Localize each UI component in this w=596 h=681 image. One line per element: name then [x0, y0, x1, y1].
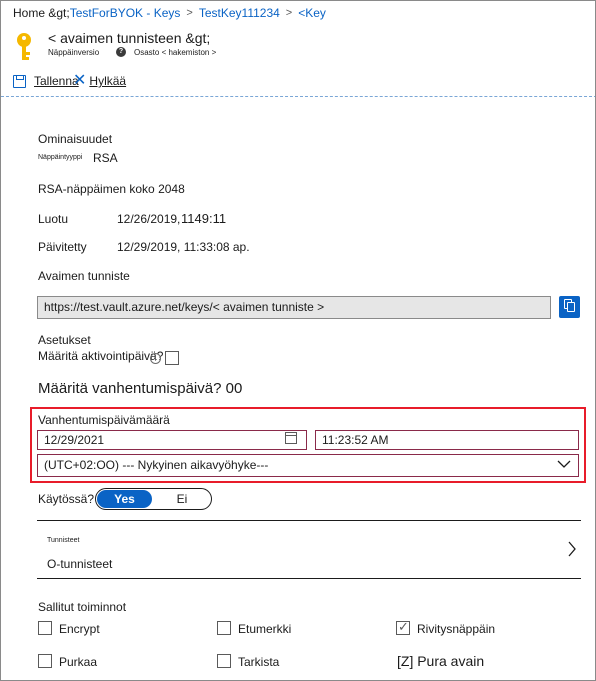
verify-checkbox[interactable] [217, 654, 231, 668]
decrypt-checkbox[interactable] [38, 654, 52, 668]
breadcrumb-separator: > [186, 7, 193, 19]
verify-label: Tarkista [238, 655, 280, 669]
timezone-select[interactable]: (UTC+02:OO) --- Nykyinen aikavyöhyke--- [37, 454, 579, 477]
operations-heading: Sallitut toiminnot [38, 600, 127, 614]
discard-button[interactable]: ✕ Hylkää [73, 73, 126, 89]
enabled-yes-option[interactable]: Yes [97, 490, 152, 508]
save-icon [13, 74, 26, 88]
encrypt-label: Encrypt [59, 622, 100, 636]
directory-label: Osasto < hakemiston > [134, 48, 217, 57]
expiry-time-input[interactable]: 11:23:52 AM [315, 430, 579, 450]
wrap-key-checkbox[interactable] [396, 619, 410, 635]
created-label: Luotu [38, 212, 69, 226]
key-identifier-field[interactable]: https://test.vault.azure.net/keys/< avai… [37, 296, 551, 319]
divider [37, 578, 581, 579]
tags-value: O-tunnisteet [47, 557, 113, 571]
key-version-panel: Home &gt; TestForBYOK - Keys > TestKey11… [0, 0, 596, 681]
breadcrumb: Home &gt; TestForBYOK - Keys > TestKey11… [13, 5, 326, 21]
copy-button[interactable] [559, 296, 580, 318]
expiry-question: Määritä vanhentumispäivä? 00 [38, 380, 243, 397]
enabled-no-option[interactable]: Ei [154, 490, 210, 508]
created-date: 12/26/2019, [117, 212, 181, 226]
breadcrumb-home[interactable]: Home &gt; [13, 6, 70, 20]
discard-label: Hylkää [89, 74, 127, 88]
tags-label: Tunnisteet [47, 537, 80, 544]
updated-value: 12/29/2019, 11:33:08 ap. [117, 240, 250, 254]
command-bar: Tallenna ✕ Hylkää [1, 67, 595, 97]
key-type-value: RSA [93, 151, 118, 165]
save-button[interactable]: Tallenna [13, 73, 79, 89]
key-size-text: RSA-näppäimen koko 2048 [38, 182, 185, 196]
copy-icon-front [567, 302, 575, 312]
expiry-date-label: Vanhentumispäivämäärä [38, 413, 170, 427]
tags-row[interactable]: Tunnisteet O-tunnisteet [37, 521, 581, 578]
key-icon [17, 33, 31, 60]
created-time: 1149:11 [181, 211, 227, 226]
close-icon: ✕ [73, 72, 87, 89]
enabled-label: Käytössä? [38, 492, 95, 506]
properties-heading: Ominaisuudet [38, 132, 113, 146]
page-subtitle: Näppäinversio [48, 48, 100, 57]
chevron-down-icon[interactable] [557, 457, 571, 471]
decrypt-label: Purkaa [59, 655, 98, 669]
help-icon[interactable]: ? [116, 47, 126, 57]
save-label: Tallenna [34, 74, 79, 88]
calendar-icon[interactable] [285, 432, 297, 444]
breadcrumb-version[interactable]: <Key [298, 6, 326, 20]
expiry-date-input[interactable]: 12/29/2021 [37, 430, 307, 450]
wrap-key-label: Rivitysnäppäin [417, 622, 496, 636]
key-type-label: Näppäintyyppi [38, 154, 83, 161]
activation-date-checkbox[interactable] [165, 351, 179, 365]
settings-heading: Asetukset [38, 333, 91, 347]
chevron-right-icon[interactable] [567, 541, 577, 557]
sign-checkbox[interactable] [217, 621, 231, 635]
updated-label: Päivitetty [38, 240, 87, 254]
breadcrumb-key[interactable]: TestKey111234 [199, 6, 280, 20]
breadcrumb-separator: > [285, 7, 293, 19]
sign-label: Etumerkki [238, 622, 292, 636]
info-icon[interactable]: i [150, 353, 161, 364]
encrypt-checkbox[interactable] [38, 621, 52, 635]
page-title: < avaimen tunnisteen &gt; [48, 30, 211, 46]
enabled-toggle[interactable]: Yes Ei [95, 488, 212, 510]
key-identifier-label: Avaimen tunniste [38, 269, 130, 283]
unwrap-key-option[interactable]: [Z] Pura avain [397, 653, 484, 669]
breadcrumb-keys[interactable]: TestForBYOK - Keys [70, 6, 181, 20]
activation-date-label: Määritä aktivointipäivä? [38, 349, 164, 363]
